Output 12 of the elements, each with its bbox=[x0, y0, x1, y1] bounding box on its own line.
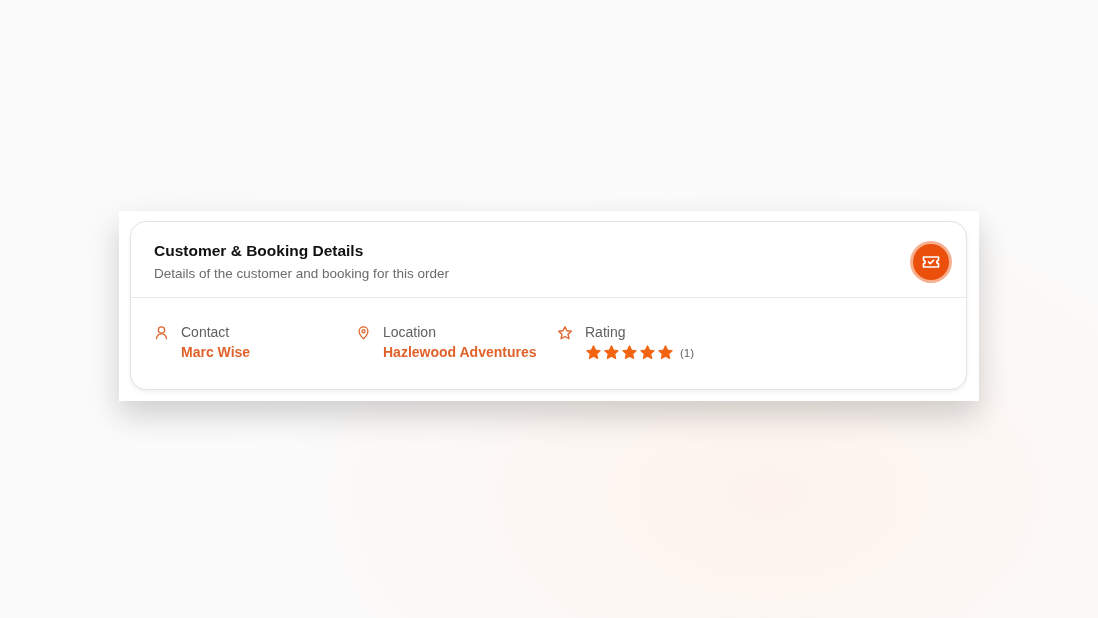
field-label: Rating bbox=[585, 324, 627, 340]
field-value: Hazlewood Adventures bbox=[383, 344, 537, 360]
location-pin-icon bbox=[356, 325, 371, 340]
card-title: Customer & Booking Details bbox=[154, 242, 365, 260]
person-icon bbox=[154, 325, 169, 340]
field-value: Marc Wise bbox=[181, 344, 251, 360]
rating-count: (1) bbox=[680, 346, 695, 359]
star-icon bbox=[557, 325, 573, 341]
field-label: Contact bbox=[181, 324, 231, 340]
card-subtitle: Details of the customer and booking for this order bbox=[154, 266, 449, 281]
field-label: Location bbox=[383, 324, 437, 340]
ticket-icon bbox=[913, 243, 949, 280]
